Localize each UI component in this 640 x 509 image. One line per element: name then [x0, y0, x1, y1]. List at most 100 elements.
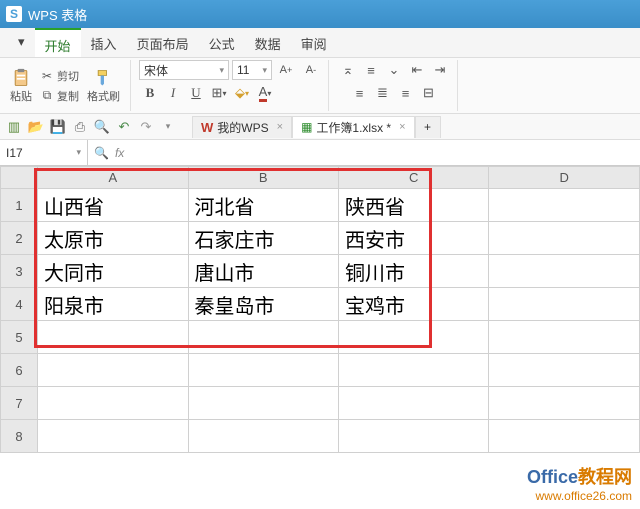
font-color-button[interactable]: A▾	[254, 83, 276, 103]
underline-button[interactable]: U	[185, 83, 207, 103]
row-header[interactable]: 7	[1, 387, 38, 420]
col-header[interactable]: B	[188, 167, 338, 189]
print-icon[interactable]: ⎙	[72, 119, 88, 135]
close-icon[interactable]: ×	[399, 121, 405, 133]
row-header[interactable]: 2	[1, 222, 38, 255]
font-family-select[interactable]: 宋体▾	[139, 60, 229, 80]
doctab-workbook[interactable]: ▦ 工作簿1.xlsx * ×	[292, 116, 414, 138]
search-icon[interactable]: 🔍	[94, 146, 109, 160]
cell[interactable]	[339, 354, 489, 387]
cell[interactable]: 铜川市	[339, 255, 489, 288]
cell[interactable]	[489, 321, 640, 354]
cell[interactable]	[38, 354, 188, 387]
cell[interactable]	[489, 387, 640, 420]
format-painter-button[interactable]: 格式刷	[83, 66, 124, 106]
cell[interactable]	[489, 255, 640, 288]
font-size-select[interactable]: 11▾	[232, 60, 272, 80]
select-all-corner[interactable]	[1, 167, 38, 189]
align-top-button[interactable]: ⌅	[337, 60, 359, 80]
tab-layout[interactable]: 页面布局	[127, 28, 199, 57]
save-icon[interactable]: 💾	[50, 119, 66, 135]
cell[interactable]: 山西省	[38, 189, 188, 222]
cell[interactable]	[339, 420, 489, 453]
new-icon[interactable]: ▥	[6, 119, 22, 135]
doctab-mywps[interactable]: W 我的WPS ×	[192, 116, 292, 138]
col-header[interactable]: C	[339, 167, 489, 189]
cell[interactable]	[188, 387, 338, 420]
quick-access-bar: ▥ 📂 💾 ⎙ 🔍 ↶ ↷ ▾ W 我的WPS × ▦ 工作簿1.xlsx * …	[0, 114, 640, 140]
border-button[interactable]: ⊞▾	[208, 83, 230, 103]
cell[interactable]	[339, 321, 489, 354]
excel-icon: ▦	[301, 120, 312, 134]
tab-start[interactable]: 开始	[35, 28, 81, 57]
decrease-font-button[interactable]: A-	[300, 60, 322, 80]
formula-bar: I17 ▾ 🔍 fx	[0, 140, 640, 166]
tab-insert[interactable]: 插入	[81, 28, 127, 57]
scissors-icon: ✂	[40, 69, 54, 83]
cell[interactable]: 大同市	[38, 255, 188, 288]
open-icon[interactable]: 📂	[28, 119, 44, 135]
align-center-button[interactable]: ≣	[372, 83, 394, 103]
indent-left-button[interactable]: ⇤	[406, 60, 428, 80]
cell[interactable]	[489, 222, 640, 255]
cell[interactable]: 阳泉市	[38, 288, 188, 321]
clipboard-icon	[11, 68, 31, 88]
bold-button[interactable]: B	[139, 83, 161, 103]
cell[interactable]	[489, 288, 640, 321]
cell[interactable]	[489, 354, 640, 387]
col-header[interactable]: A	[38, 167, 188, 189]
cell[interactable]	[38, 420, 188, 453]
row-header[interactable]: 8	[1, 420, 38, 453]
cell[interactable]	[489, 420, 640, 453]
tab-data[interactable]: 数据	[245, 28, 291, 57]
new-tab-button[interactable]: +	[415, 116, 441, 138]
preview-icon[interactable]: 🔍	[94, 119, 110, 135]
cell[interactable]	[188, 321, 338, 354]
cell[interactable]: 陕西省	[339, 189, 489, 222]
cell[interactable]	[489, 189, 640, 222]
merge-button[interactable]: ⊟	[418, 83, 440, 103]
cell[interactable]	[188, 354, 338, 387]
col-header[interactable]: D	[489, 167, 640, 189]
align-right-button[interactable]: ≡	[395, 83, 417, 103]
row-header[interactable]: 3	[1, 255, 38, 288]
cell[interactable]: 唐山市	[188, 255, 338, 288]
menu-dropdown-icon[interactable]: ▾	[8, 28, 35, 57]
brush-label: 格式刷	[87, 88, 120, 104]
grid[interactable]: A B C D 1 山西省 河北省 陕西省 2 太原市 石家庄市 西安市 3 大…	[0, 166, 640, 453]
redo-icon[interactable]: ↷	[138, 119, 154, 135]
fx-label[interactable]: fx	[115, 146, 124, 160]
cell[interactable]	[188, 420, 338, 453]
app-logo: S	[6, 6, 22, 22]
cell[interactable]	[339, 387, 489, 420]
chevron-down-icon[interactable]: ▾	[160, 119, 176, 135]
increase-font-button[interactable]: A+	[275, 60, 297, 80]
copy-button[interactable]: ⧉ 复制	[38, 87, 81, 105]
cell[interactable]: 太原市	[38, 222, 188, 255]
cell[interactable]: 石家庄市	[188, 222, 338, 255]
align-middle-button[interactable]: ≡	[360, 60, 382, 80]
row-header[interactable]: 5	[1, 321, 38, 354]
cell[interactable]	[38, 387, 188, 420]
cell[interactable]	[38, 321, 188, 354]
cell[interactable]: 秦皇岛市	[188, 288, 338, 321]
cell[interactable]: 宝鸡市	[339, 288, 489, 321]
tab-formula[interactable]: 公式	[199, 28, 245, 57]
name-box[interactable]: I17 ▾	[0, 140, 88, 165]
align-bottom-button[interactable]: ⌄	[383, 60, 405, 80]
row-header[interactable]: 6	[1, 354, 38, 387]
indent-right-button[interactable]: ⇥	[429, 60, 451, 80]
italic-button[interactable]: I	[162, 83, 184, 103]
cut-button[interactable]: ✂ 剪切	[38, 67, 81, 85]
cell[interactable]: 河北省	[188, 189, 338, 222]
fill-color-button[interactable]: ⬙▾	[231, 83, 253, 103]
paste-button[interactable]: 粘贴	[6, 66, 36, 106]
row-header[interactable]: 1	[1, 189, 38, 222]
cell[interactable]: 西安市	[339, 222, 489, 255]
row-header[interactable]: 4	[1, 288, 38, 321]
align-left-button[interactable]: ≡	[349, 83, 371, 103]
spreadsheet-area: A B C D 1 山西省 河北省 陕西省 2 太原市 石家庄市 西安市 3 大…	[0, 166, 640, 453]
close-icon[interactable]: ×	[277, 121, 283, 133]
undo-icon[interactable]: ↶	[116, 119, 132, 135]
tab-review[interactable]: 审阅	[291, 28, 337, 57]
